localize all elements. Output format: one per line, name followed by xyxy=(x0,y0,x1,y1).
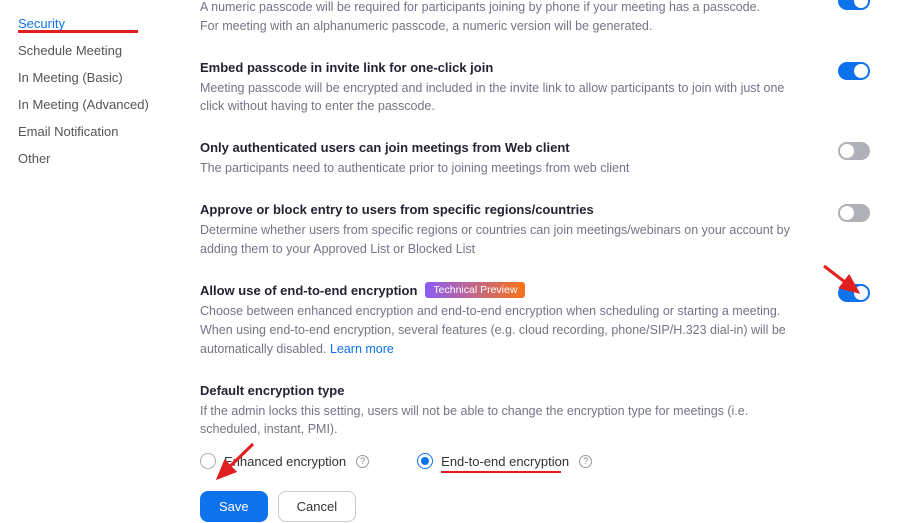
main-content: A numeric passcode will be required for … xyxy=(180,0,900,523)
sidebar-item-advanced[interactable]: In Meeting (Advanced) xyxy=(18,91,180,118)
title-text: Allow use of end-to-end encryption xyxy=(200,283,417,298)
annotation-underline xyxy=(441,471,561,473)
sidebar-item-security[interactable]: Security xyxy=(18,10,180,37)
sidebar-label: Email Notification xyxy=(18,124,118,139)
toggle-embed-passcode[interactable] xyxy=(838,62,870,80)
setting-title: Embed passcode in invite link for one-cl… xyxy=(200,60,810,75)
annotation-underline xyxy=(18,30,138,33)
toggle-auth-users[interactable] xyxy=(838,142,870,160)
radio-label: End-to-end encryption xyxy=(441,454,569,469)
toggle-regions[interactable] xyxy=(838,204,870,222)
button-row: Save Cancel xyxy=(200,491,810,522)
setting-default-encryption: Default encryption type If the admin loc… xyxy=(200,383,870,523)
radio-e2e-encryption[interactable]: End-to-end encryption ? xyxy=(417,453,592,469)
setting-desc: Choose between enhanced encryption and e… xyxy=(200,302,810,358)
radio-label: Enhanced encryption xyxy=(224,454,346,469)
sidebar: Security Schedule Meeting In Meeting (Ba… xyxy=(0,0,180,523)
setting-desc: The participants need to authenticate pr… xyxy=(200,159,810,178)
save-button[interactable]: Save xyxy=(200,491,268,522)
setting-e2e: Allow use of end-to-end encryption Techn… xyxy=(200,282,870,358)
toggle-knob xyxy=(840,144,854,158)
sidebar-label: In Meeting (Basic) xyxy=(18,70,123,85)
sidebar-label: Security xyxy=(18,16,65,31)
desc-text: Choose between enhanced encryption and e… xyxy=(200,304,786,356)
setting-desc: Meeting passcode will be encrypted and i… xyxy=(200,79,810,117)
setting-desc: A numeric passcode will be required for … xyxy=(200,0,810,36)
learn-more-link[interactable]: Learn more xyxy=(330,342,394,356)
radio-dot xyxy=(421,457,429,465)
setting-title: Default encryption type xyxy=(200,383,810,398)
setting-regions: Approve or block entry to users from spe… xyxy=(200,202,870,259)
encryption-radio-group: Enhanced encryption ? End-to-end encrypt… xyxy=(200,453,810,469)
setting-auth-users: Only authenticated users can join meetin… xyxy=(200,140,870,178)
technical-preview-badge: Technical Preview xyxy=(425,282,525,298)
setting-phone-passcode: A numeric passcode will be required for … xyxy=(200,0,870,36)
setting-embed-passcode: Embed passcode in invite link for one-cl… xyxy=(200,60,870,117)
setting-title: Approve or block entry to users from spe… xyxy=(200,202,810,217)
toggle-knob xyxy=(854,286,868,300)
sidebar-item-basic[interactable]: In Meeting (Basic) xyxy=(18,64,180,91)
toggle-knob xyxy=(854,0,868,8)
toggle-knob xyxy=(840,206,854,220)
setting-title: Allow use of end-to-end encryption Techn… xyxy=(200,282,810,298)
sidebar-item-other[interactable]: Other xyxy=(18,145,180,172)
radio-icon xyxy=(417,453,433,469)
sidebar-label: In Meeting (Advanced) xyxy=(18,97,149,112)
radio-enhanced-encryption[interactable]: Enhanced encryption ? xyxy=(200,453,369,469)
radio-icon xyxy=(200,453,216,469)
help-icon[interactable]: ? xyxy=(356,455,369,468)
sidebar-item-email[interactable]: Email Notification xyxy=(18,118,180,145)
toggle-phone-passcode[interactable] xyxy=(838,0,870,10)
sidebar-label: Other xyxy=(18,151,51,166)
sidebar-item-schedule[interactable]: Schedule Meeting xyxy=(18,37,180,64)
toggle-e2e[interactable] xyxy=(838,284,870,302)
sidebar-label: Schedule Meeting xyxy=(18,43,122,58)
toggle-knob xyxy=(854,64,868,78)
setting-desc: Determine whether users from specific re… xyxy=(200,221,810,259)
help-icon[interactable]: ? xyxy=(579,455,592,468)
cancel-button[interactable]: Cancel xyxy=(278,491,356,522)
setting-desc: If the admin locks this setting, users w… xyxy=(200,402,810,440)
setting-title: Only authenticated users can join meetin… xyxy=(200,140,810,155)
